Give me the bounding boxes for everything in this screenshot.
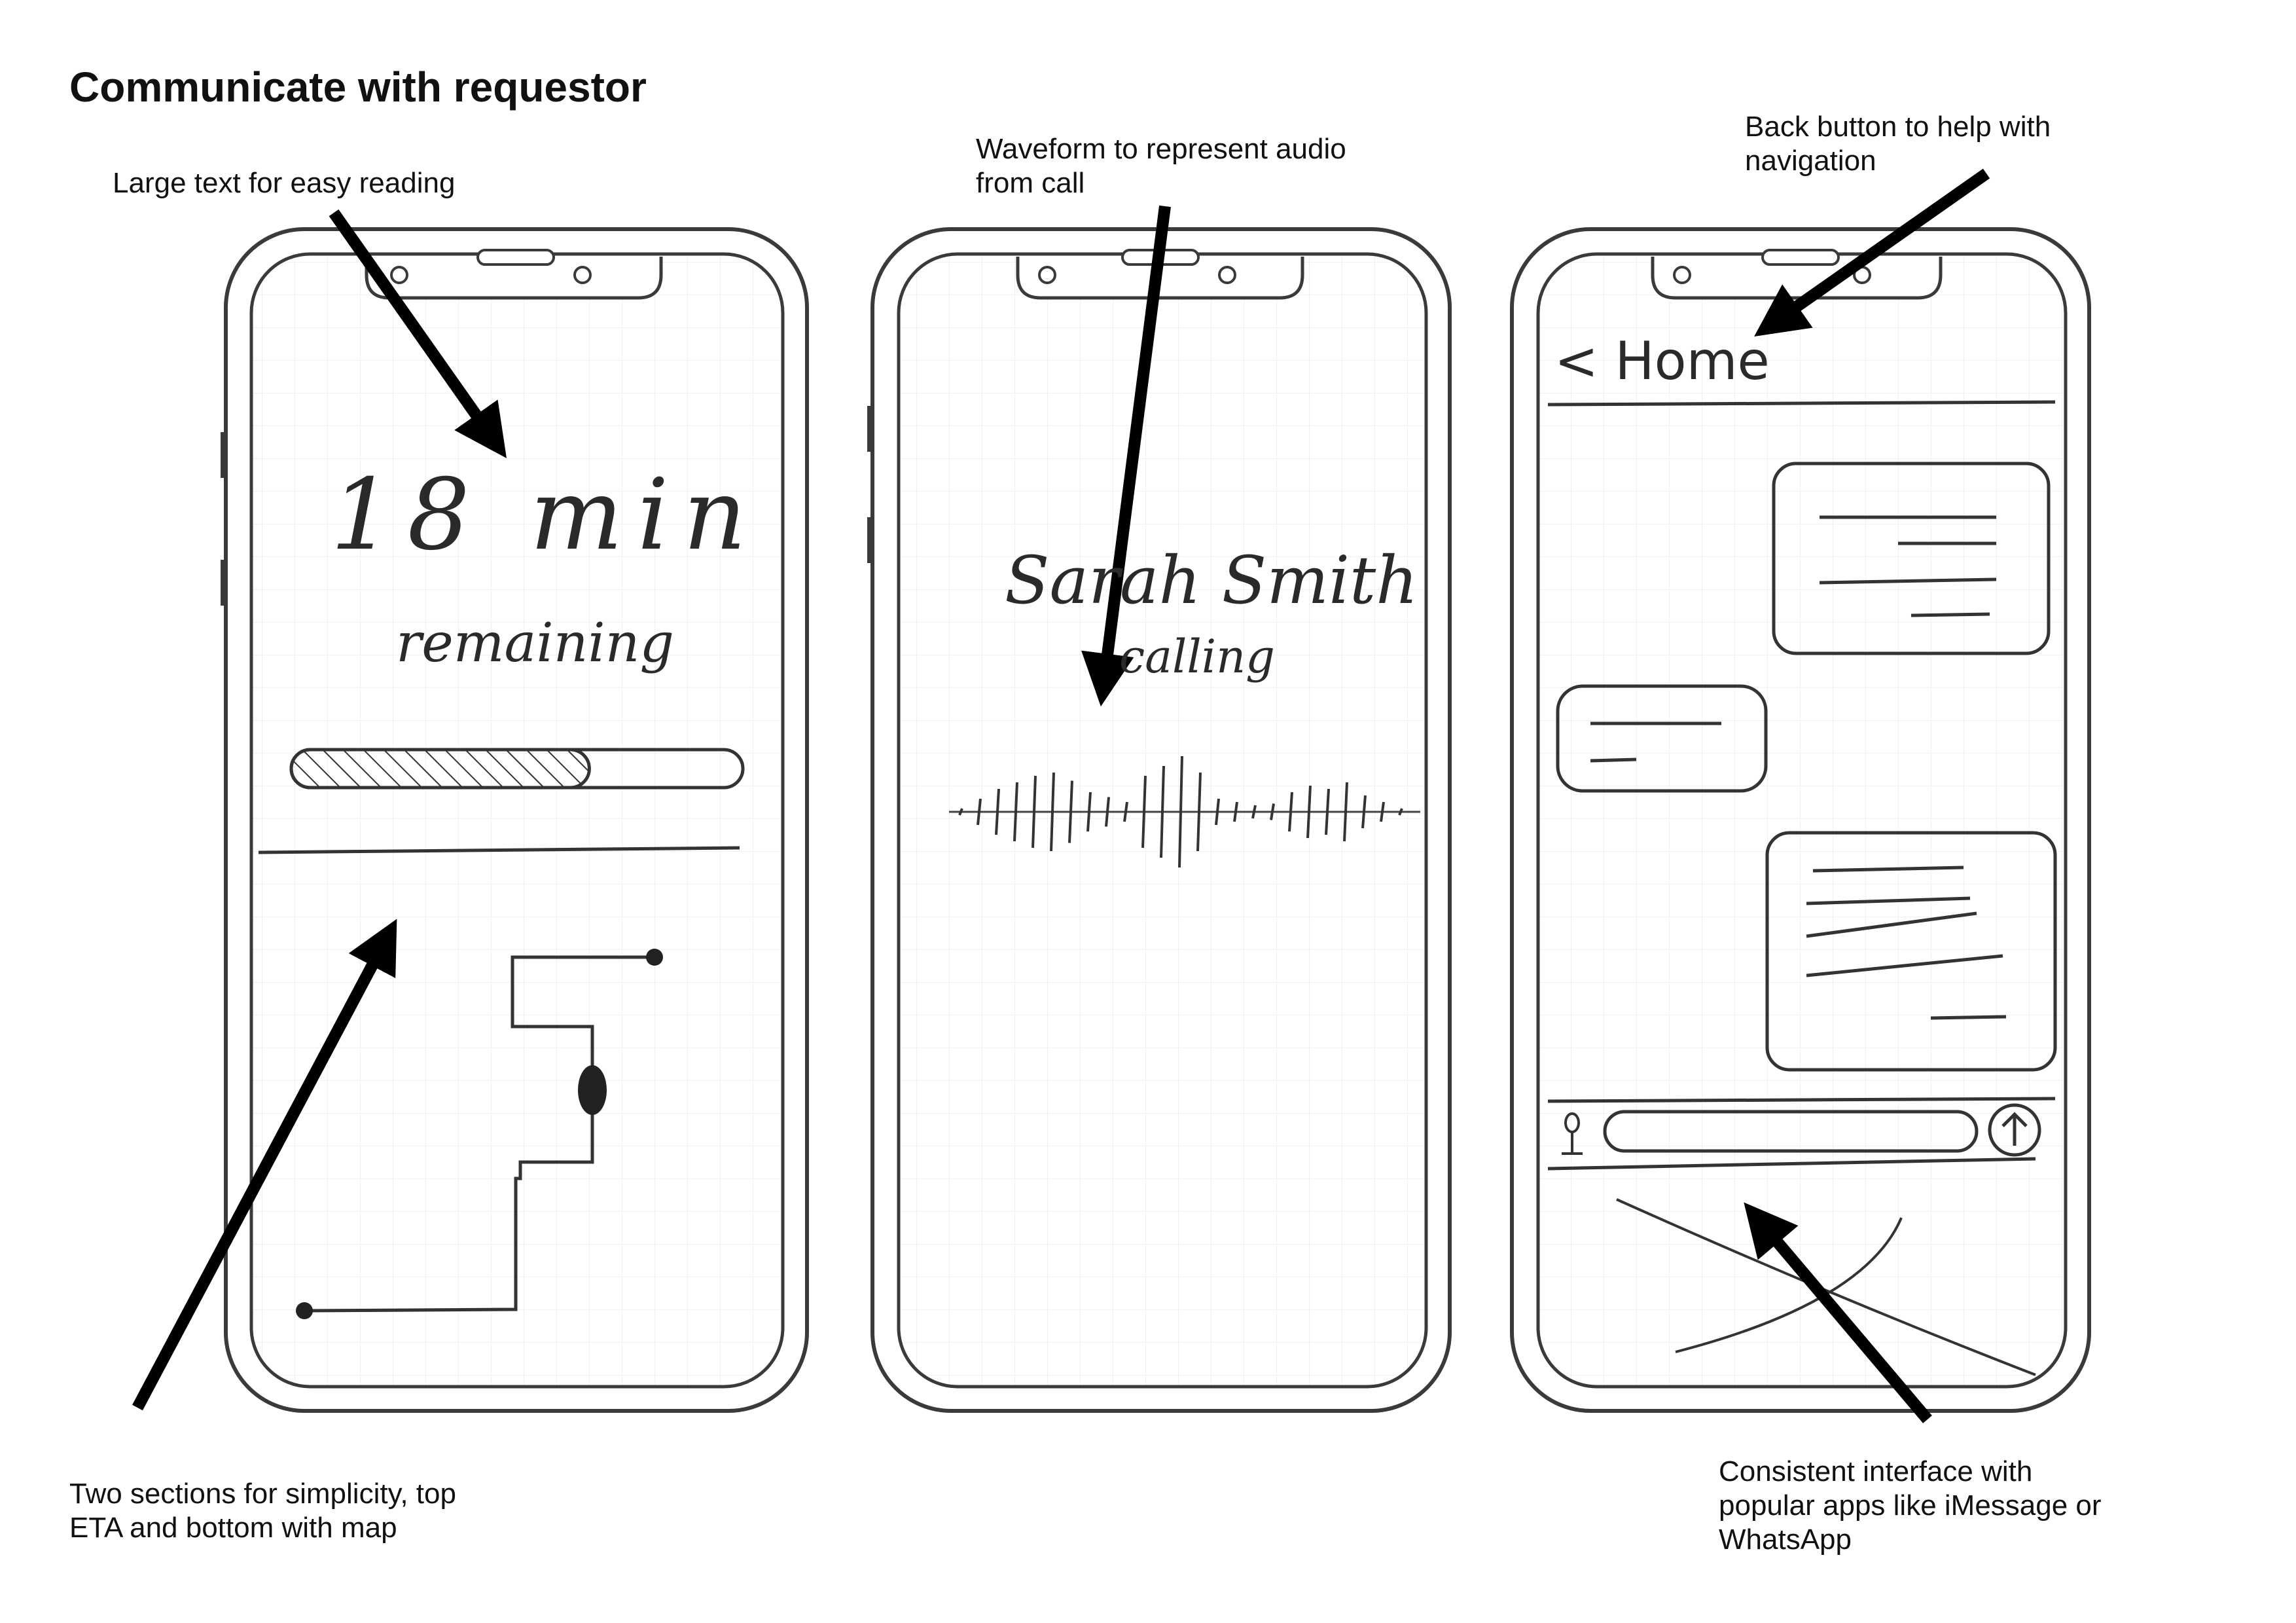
current-location-marker bbox=[578, 1065, 607, 1115]
phone-eta-map bbox=[221, 227, 809, 1413]
call-status-label: calling bbox=[1119, 630, 1275, 684]
eta-minutes: 18 min bbox=[331, 458, 761, 572]
origin-dot bbox=[296, 1302, 313, 1319]
destination-dot bbox=[646, 949, 663, 966]
back-button[interactable]: < Home bbox=[1554, 331, 1770, 392]
eta-status-label: remaining bbox=[396, 612, 674, 674]
caller-name: Sarah Smith bbox=[1005, 542, 1418, 619]
wireframe-sketch bbox=[132, 168, 2091, 1423]
phone-chat bbox=[1510, 227, 2091, 1413]
